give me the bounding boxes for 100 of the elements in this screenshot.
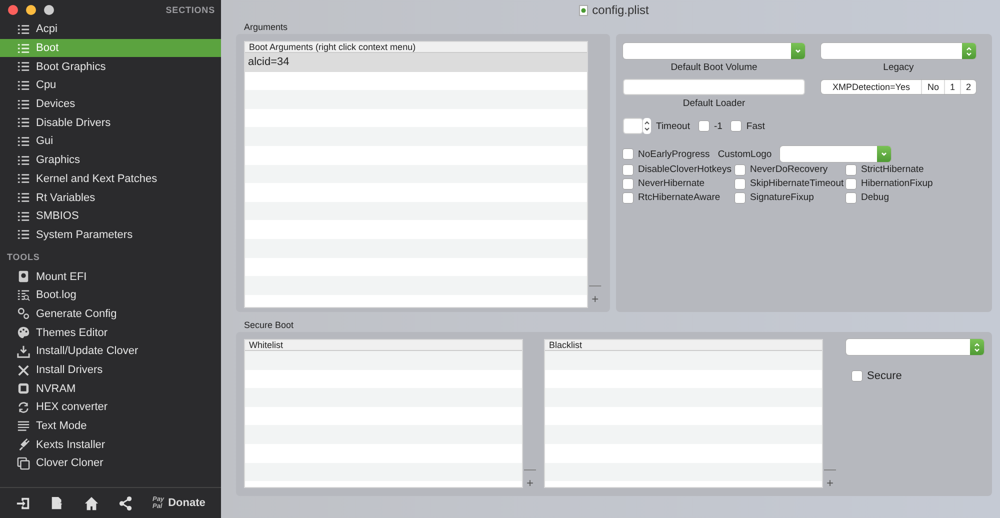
- checkbox[interactable]: [623, 192, 633, 202]
- checkbox-label: SignatureFixup: [750, 192, 814, 203]
- share-icon[interactable]: [118, 496, 134, 510]
- segment[interactable]: 2: [960, 80, 976, 94]
- sidebar-item[interactable]: Install Drivers: [0, 360, 221, 380]
- checkbox-label: NoEarlyProgress: [638, 148, 710, 160]
- sidebar-item[interactable]: Themes Editor: [0, 323, 221, 342]
- chevron-icon: [794, 47, 802, 55]
- list-icon: [17, 98, 30, 111]
- close-button[interactable]: [8, 5, 18, 15]
- list-icon: [17, 172, 30, 186]
- sidebar-item[interactable]: Text Mode: [0, 416, 221, 436]
- sidebar-item[interactable]: NVRAM: [0, 379, 221, 398]
- list-icon: [17, 154, 30, 167]
- add-button[interactable]: +: [592, 292, 599, 306]
- sidebar-item[interactable]: Disable Drivers: [0, 113, 221, 132]
- list-icon: [17, 22, 30, 36]
- chip-icon: [17, 382, 30, 396]
- dropdown[interactable]: [821, 43, 976, 59]
- window-title: config.plist: [592, 3, 649, 17]
- download-icon: [17, 344, 30, 358]
- checkbox-label: Debug: [861, 192, 889, 203]
- column-header[interactable]: Blacklist: [545, 340, 822, 351]
- sidebar-item[interactable]: Cpu: [0, 76, 221, 95]
- checkbox[interactable]: [698, 121, 709, 131]
- lines-icon: [17, 420, 30, 433]
- checkbox-label: StrictHibernate: [861, 164, 924, 175]
- sidebar-item[interactable]: Rt Variables: [0, 188, 221, 207]
- list-icon: [17, 42, 30, 55]
- copy-icon: [17, 456, 30, 470]
- section-header: TOOLS: [7, 252, 40, 262]
- checkbox-label: DisableCloverHotkeys: [638, 164, 732, 175]
- group-title: Arguments: [243, 21, 289, 34]
- palette-icon: [17, 326, 30, 340]
- sidebar-item[interactable]: Acpi: [0, 20, 221, 39]
- checkbox[interactable]: [735, 178, 745, 188]
- checkbox[interactable]: [623, 149, 633, 159]
- dropdown[interactable]: [623, 43, 805, 59]
- sidebar-item[interactable]: Boot Graphics: [0, 57, 221, 76]
- sidebar-item[interactable]: Devices: [0, 94, 221, 114]
- list-icon: [17, 60, 30, 74]
- plug-icon: [17, 438, 30, 452]
- list-icon: [17, 191, 30, 204]
- stepper-icon: [973, 342, 981, 352]
- checkbox[interactable]: [731, 121, 742, 131]
- stepper-icon[interactable]: [643, 118, 651, 134]
- segment[interactable]: 1: [944, 80, 960, 94]
- checkbox-label: HibernationFixup: [861, 178, 933, 189]
- checkbox-label: SkipHibernateTimeout: [750, 178, 844, 189]
- column-header[interactable]: Whitelist: [245, 340, 522, 351]
- checkbox[interactable]: [846, 164, 856, 174]
- group-title: Secure Boot: [243, 319, 295, 332]
- checkbox[interactable]: [846, 192, 856, 202]
- home-icon[interactable]: [84, 496, 100, 510]
- import-icon[interactable]: [16, 496, 31, 510]
- input-field[interactable]: [623, 118, 643, 134]
- checkbox[interactable]: [852, 371, 862, 381]
- sidebar-item[interactable]: Graphics: [0, 150, 221, 170]
- field-label: Timeout: [656, 120, 690, 132]
- field-label: CustomLogo: [718, 148, 772, 160]
- segment[interactable]: XMPDetection=Yes: [821, 80, 922, 94]
- sidebar-item[interactable]: Gui: [0, 132, 221, 151]
- checkbox-label: RtcHibernateAware: [638, 192, 720, 203]
- zoom-button[interactable]: [44, 5, 54, 15]
- add-button[interactable]: +: [826, 476, 834, 490]
- sidebar-item[interactable]: HEX converter: [0, 398, 221, 417]
- list-icon: [17, 116, 30, 130]
- segment[interactable]: No: [921, 80, 944, 94]
- sidebar-item[interactable]: Generate Config: [0, 304, 221, 324]
- list-icon: [17, 134, 30, 148]
- donate-button[interactable]: Donate: [168, 497, 206, 509]
- dropdown[interactable]: [846, 339, 984, 355]
- table-row[interactable]: alcid=34: [245, 53, 588, 72]
- sidebar-item[interactable]: Boot.log: [0, 286, 221, 305]
- sidebar-item[interactable]: Mount EFI: [0, 267, 221, 286]
- add-button[interactable]: +: [526, 476, 534, 490]
- sidebar-item[interactable]: System Parameters: [0, 226, 221, 244]
- sidebar-item[interactable]: Kernel and Kext Patches: [0, 170, 221, 188]
- list-icon: [17, 228, 30, 242]
- checkbox[interactable]: [623, 178, 633, 188]
- checkbox-label: Secure: [867, 370, 902, 382]
- gears-icon: [17, 307, 30, 320]
- checkbox[interactable]: [623, 164, 633, 174]
- checkbox[interactable]: [735, 164, 745, 174]
- sidebar-item[interactable]: SMBIOS: [0, 206, 221, 226]
- field-label: Default Loader: [682, 97, 746, 109]
- export-icon[interactable]: [50, 496, 65, 510]
- field-label: Default Boot Volume: [670, 61, 758, 73]
- minimize-button[interactable]: [26, 5, 36, 15]
- segmented-control[interactable]: XMPDetection=Yes No 1 2: [821, 80, 976, 94]
- sidebar-item[interactable]: Kexts Installer: [0, 435, 221, 454]
- dropdown[interactable]: [780, 146, 891, 162]
- checkbox[interactable]: [735, 192, 745, 202]
- input-field[interactable]: [623, 79, 805, 95]
- sidebar-item[interactable]: Clover Cloner: [0, 454, 221, 473]
- section-header: SECTIONS: [166, 5, 215, 15]
- column-header[interactable]: Boot Arguments (right click context menu): [245, 42, 588, 53]
- document-icon: [579, 4, 588, 16]
- checkbox[interactable]: [846, 178, 856, 188]
- sidebar-item[interactable]: Install/Update Clover: [0, 342, 221, 361]
